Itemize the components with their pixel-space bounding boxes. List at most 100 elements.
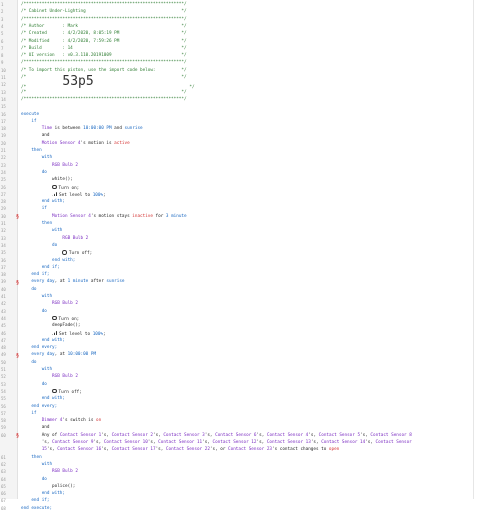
code-line: 50 do bbox=[0, 360, 470, 367]
line-number: 62 bbox=[1, 461, 6, 467]
code-token: /***************************************… bbox=[21, 96, 187, 102]
line-number: 7 bbox=[1, 45, 4, 51]
code-line: 15's, Contact Sensor 16's, Contact Senso… bbox=[0, 447, 470, 454]
code-token: 's, bbox=[204, 432, 216, 438]
trigger-marker: § bbox=[16, 433, 20, 440]
code-token: if bbox=[21, 118, 37, 124]
code-token: Contact Sensor bbox=[375, 440, 412, 445]
code-text: /* Author : Mark */ bbox=[21, 24, 187, 31]
code-line: 53 do bbox=[0, 382, 470, 389]
code-text: deepFade(); bbox=[21, 323, 81, 330]
line-number: 12 bbox=[1, 82, 6, 88]
code-text: then bbox=[21, 221, 52, 228]
code-token: police(); bbox=[21, 483, 76, 489]
code-line: 17 if bbox=[0, 119, 470, 126]
code-token: end with; bbox=[21, 199, 65, 205]
code-line: 30 Motion Sensor 4's motion stays inacti… bbox=[0, 214, 470, 221]
code-line: 52 RGB Bulb 2 bbox=[0, 374, 470, 381]
power-icon bbox=[52, 184, 57, 189]
line-number: 35 bbox=[1, 250, 6, 256]
code-token: do bbox=[21, 381, 47, 387]
code-line: 1 /**************************************… bbox=[0, 2, 470, 9]
code-text: RGB Bulb 2 bbox=[21, 301, 78, 308]
code-token: Turn off; bbox=[58, 389, 82, 395]
line-number: 55 bbox=[1, 396, 6, 402]
line-number: 66 bbox=[1, 491, 6, 497]
code-token: with bbox=[21, 461, 53, 467]
code-line: 62 with bbox=[0, 462, 470, 469]
code-token: Contact Sensor 4 bbox=[266, 432, 309, 438]
line-number: 26 bbox=[1, 184, 6, 190]
code-token: 's motion is bbox=[80, 140, 115, 146]
code-text: with bbox=[21, 228, 62, 235]
code-token: end execute; bbox=[21, 505, 53, 511]
code-token: /* Created : 4/2/2020, 8:05:19 PM */ bbox=[21, 31, 187, 37]
line-number: 18 bbox=[1, 126, 6, 132]
code-text: end if; bbox=[21, 272, 49, 279]
code-token: RGB Bulb 2 bbox=[21, 235, 89, 241]
line-number: 61 bbox=[1, 454, 6, 460]
code-token: Contact Sensor 14 bbox=[321, 440, 366, 445]
code-token: 10:00:00 PM bbox=[83, 126, 112, 132]
line-number: 54 bbox=[1, 388, 6, 394]
code-line: 5 /* Created : 4/2/2020, 8:05:19 PM */ bbox=[0, 31, 470, 38]
code-token: 's, bbox=[46, 447, 58, 453]
code-token: inactive bbox=[132, 213, 153, 219]
line-number: 36 bbox=[1, 257, 6, 263]
code-line: 6 /* Modified : 4/2/2020, 7:59:26 PM */ bbox=[0, 39, 470, 46]
line-number: 10 bbox=[1, 67, 6, 73]
code-text: end with; bbox=[21, 199, 65, 206]
line-number: 28 bbox=[1, 199, 6, 205]
line-number: 4 bbox=[1, 23, 4, 29]
line-number: 9 bbox=[1, 60, 4, 66]
code-token: do bbox=[21, 286, 37, 292]
code-token: Time bbox=[41, 126, 53, 132]
code-token: execute bbox=[21, 111, 40, 117]
import-code: 53p5 bbox=[62, 74, 94, 90]
code-token: /* */ bbox=[21, 89, 187, 95]
code-text: end with; bbox=[21, 338, 65, 345]
code-text: do bbox=[21, 243, 57, 250]
code-token: every day bbox=[21, 352, 55, 358]
code-text: do bbox=[21, 286, 37, 294]
code-text: RGB Bulb 2 bbox=[21, 163, 78, 170]
code-text: with bbox=[21, 155, 52, 162]
code-token: Contact Sensor 2 bbox=[111, 432, 153, 438]
line-number: 13 bbox=[1, 89, 6, 95]
line-number: 65 bbox=[1, 483, 6, 489]
code-text: if bbox=[21, 206, 47, 213]
line-number: 17 bbox=[1, 118, 6, 124]
code-text: end with; bbox=[21, 491, 65, 498]
code-token: Contact Sensor 6 bbox=[215, 432, 257, 438]
line-number: 41 bbox=[1, 294, 6, 299]
code-text: /* To import this piston, use the import… bbox=[21, 68, 187, 75]
code-line: 26 Turn on; bbox=[0, 184, 470, 192]
code-token: 's, bbox=[256, 432, 267, 438]
line-number: 24 bbox=[1, 169, 6, 175]
line-number: 67 bbox=[1, 498, 6, 504]
code-line: 54 Turn off; bbox=[0, 388, 470, 396]
code-text: Time is between 10:00:00 PM and sunrise bbox=[21, 126, 143, 133]
line-number: 25 bbox=[1, 177, 6, 183]
code-line: 64 do bbox=[0, 477, 470, 484]
code-text: end every; bbox=[21, 345, 57, 352]
code-line: 27 Set level to 100%; bbox=[0, 191, 470, 199]
code-line: 19 and bbox=[0, 133, 470, 140]
line-number: 46 bbox=[1, 330, 6, 336]
code-line: 48 end every; bbox=[0, 345, 470, 352]
code-text: with bbox=[21, 462, 52, 469]
code-text: /***************************************… bbox=[21, 2, 187, 9]
code-text: /***************************************… bbox=[21, 17, 187, 24]
code-token: /***************************************… bbox=[21, 16, 187, 22]
code-token: deepFade(); bbox=[21, 323, 81, 329]
code-token: for bbox=[152, 213, 166, 219]
code-line: 20 Motion Sensor 4's motion is active bbox=[0, 141, 470, 148]
line-number: 15 bbox=[1, 104, 6, 110]
code-text: every day, at 10:00:00 PM bbox=[21, 352, 96, 359]
code-token: 100% bbox=[92, 192, 104, 198]
code-line: 18 Time is between 10:00:00 PM and sunri… bbox=[0, 126, 470, 133]
code-line: 36 end with; bbox=[0, 258, 470, 265]
code-text: and bbox=[21, 133, 50, 140]
code-line: 55 end with; bbox=[0, 396, 470, 403]
